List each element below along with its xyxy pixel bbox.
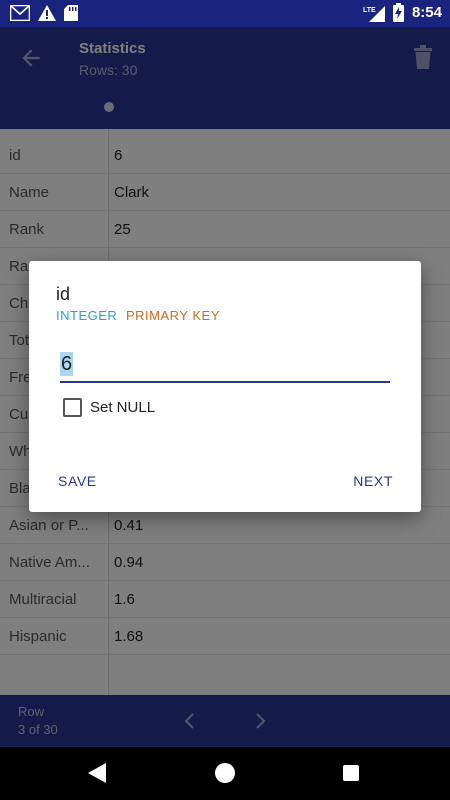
system-back-icon[interactable] [88,763,106,783]
warning-icon [38,5,56,21]
signal-lte-icon: LTE [363,5,385,22]
save-button[interactable]: SAVE [58,473,97,489]
value-input-wrapper[interactable]: 6 [60,349,390,383]
system-navigation-bar [0,747,450,800]
edit-field-dialog: id INTEGER PRIMARY KEY 6 Set NULL SAVE N… [29,261,421,512]
set-null-checkbox[interactable] [63,398,82,417]
next-button[interactable]: NEXT [353,473,393,489]
column-type: INTEGER [56,308,118,323]
sd-card-icon [64,5,78,21]
value-input[interactable]: 6 [60,352,74,376]
gmail-icon [10,5,30,21]
status-bar: LTE 8:54 [0,0,450,27]
set-null-label[interactable]: Set NULL [90,399,155,416]
svg-text:LTE: LTE [363,7,376,14]
battery-charging-icon [392,3,404,22]
column-constraint: PRIMARY KEY [126,308,220,323]
system-recents-icon[interactable] [343,765,359,781]
clock: 8:54 [411,4,442,21]
screen: LTE 8:54 Statistics Rows: 30 id6 NameCla… [0,0,450,800]
system-home-icon[interactable] [215,763,235,783]
dialog-title: id [56,284,71,304]
